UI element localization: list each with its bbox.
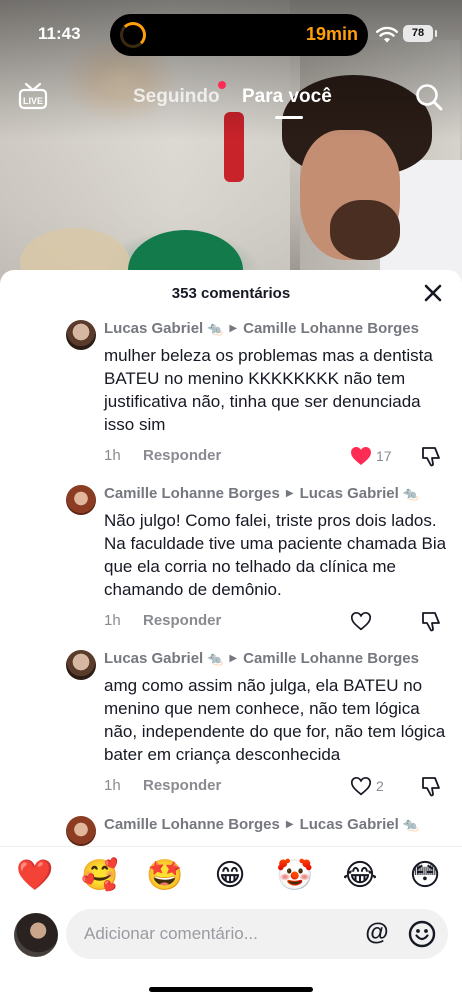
reaction-grin[interactable]: 😁 [210,859,250,893]
comment-item: Lucas Gabriel 🐀 ▶ Camille Lohanne Borges am… [0,650,462,800]
reaction-smiling-hearts[interactable]: 🥰 [80,859,120,893]
comment-input-bar: @ [0,908,462,1000]
reply-to-author[interactable]: Lucas Gabriel [300,485,399,502]
reaction-flushed[interactable]: 😳 [405,859,445,893]
reaction-star-struck[interactable]: 🤩 [145,859,185,893]
svg-text:LIVE: LIVE [23,96,43,106]
reply-button[interactable]: Responder [143,447,221,464]
dislike-icon[interactable] [420,775,442,797]
like-count: 17 [376,448,392,464]
close-icon[interactable] [422,282,444,304]
avatar[interactable] [66,320,96,350]
reply-to-author[interactable]: Camille Lohanne Borges [243,320,419,337]
comment-text: amg como assim não julga, ela BATEU no m… [104,676,446,764]
like-count: 2 [376,778,384,794]
reply-arrow-icon: ▶ [229,323,238,334]
comment-item: Camille Lohanne Borges ▶ Lucas Gabriel 🐀 Nã… [0,485,462,635]
reply-button[interactable]: Responder [143,777,221,794]
comment-time: 1h [104,777,121,794]
avatar[interactable] [66,650,96,680]
comment-item: Lucas Gabriel 🐀 ▶ Camille Lohanne Borges mu… [0,320,462,470]
comment-time: 1h [104,612,121,629]
comment-text: mulher beleza os problemas mas a dentist… [104,346,433,434]
reply-button[interactable]: Responder [143,612,221,629]
author-emoji: 🐀 [207,651,224,666]
heart-outline-icon[interactable] [350,776,372,796]
video-man-beard [330,200,400,260]
heart-outline-icon[interactable] [350,611,372,631]
avatar[interactable] [66,485,96,515]
comment-author-line: Camille Lohanne Borges ▶ Lucas Gabriel 🐀 [104,816,419,833]
battery-indicator: 78 [403,25,437,42]
reply-to-emoji: 🐀 [402,817,419,832]
comment-author[interactable]: Lucas Gabriel [104,320,203,337]
tab-for-you[interactable]: Para você [242,86,332,108]
timer-ring-icon [120,22,146,48]
reply-arrow-icon: ▶ [285,488,294,499]
reply-arrow-icon: ▶ [229,653,238,664]
following-notification-dot [218,81,226,89]
status-time: 11:43 [38,24,81,43]
comment-text: Não julgo! Como falei, triste pros dois … [104,511,447,599]
comment-author[interactable]: Camille Lohanne Borges [104,485,280,502]
reply-to-author[interactable]: Camille Lohanne Borges [243,650,419,667]
search-icon[interactable] [414,82,444,112]
avatar[interactable] [66,816,96,846]
tab-following[interactable]: Seguindo [133,86,220,108]
reaction-clown[interactable]: 🤡 [275,859,315,893]
dislike-icon[interactable] [420,445,442,467]
comment-author[interactable]: Camille Lohanne Borges [104,816,280,833]
dislike-icon[interactable] [420,610,442,632]
live-icon[interactable]: LIVE [18,82,48,110]
island-timer: 19min [306,24,359,44]
wifi-icon [376,26,398,43]
comment-time: 1h [104,447,121,464]
comment-input[interactable] [66,909,448,959]
emoji-picker-icon[interactable] [408,920,436,948]
tab-active-underline [275,116,303,119]
my-avatar [14,913,58,957]
mention-icon[interactable]: @ [364,920,390,946]
reply-to-emoji: 🐀 [402,486,419,501]
reaction-heart[interactable]: ❤️ [15,859,55,893]
comment-author-line: Lucas Gabriel 🐀 ▶ Camille Lohanne Borges [104,320,419,337]
heart-filled-icon[interactable] [350,446,372,466]
comment-author-line: Lucas Gabriel 🐀 ▶ Camille Lohanne Borges [104,650,419,667]
quick-reactions-bar: ❤️ 🥰 🤩 😁 🤡 😂 😳 [0,846,462,908]
author-emoji: 🐀 [207,321,224,336]
comments-count-title: 353 comentários [171,285,291,302]
comment-author[interactable]: Lucas Gabriel [104,650,203,667]
comment-author-line: Camille Lohanne Borges ▶ Lucas Gabriel 🐀 [104,485,419,502]
reply-arrow-icon: ▶ [285,819,294,830]
reaction-tears-of-joy[interactable]: 😂 [340,859,380,893]
reply-to-author[interactable]: Lucas Gabriel [300,816,399,833]
home-indicator [149,987,313,992]
